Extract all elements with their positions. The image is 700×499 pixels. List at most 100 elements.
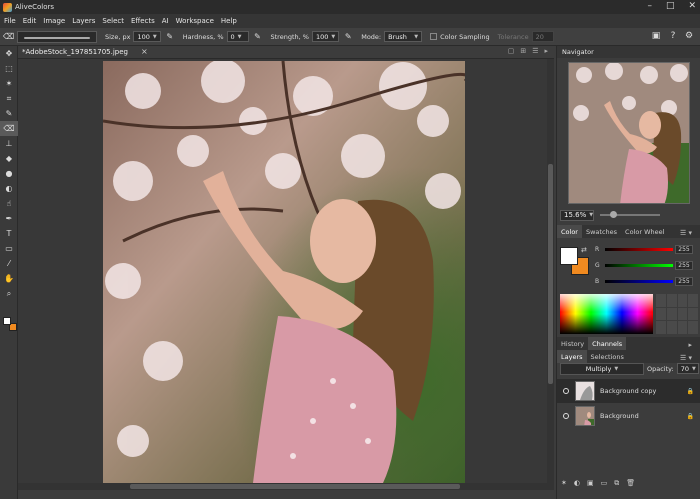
new-layer-icon[interactable]: ▣ (587, 479, 594, 488)
magic-wand-tool-icon[interactable]: ✶ (0, 76, 18, 91)
color-panel-foreground-swatch-front[interactable] (560, 247, 578, 265)
horizontal-scrollbar[interactable] (18, 483, 548, 490)
tab-swatches[interactable]: Swatches (582, 225, 621, 238)
close-window-button[interactable]: ✕ (688, 1, 696, 11)
pen-pressure-icon[interactable]: ✎ (165, 32, 175, 42)
hand-tool-icon[interactable]: ✋ (0, 271, 18, 286)
mode-select[interactable]: Brush ▼ (384, 31, 423, 42)
tab-history[interactable]: History (557, 337, 588, 350)
tab-color[interactable]: Color (557, 225, 582, 238)
zoom-select[interactable]: 15.6% ▼ (560, 209, 594, 221)
new-adjustment-layer-icon[interactable]: ◐ (574, 479, 580, 488)
document-tab[interactable]: *AdobeStock_197851705.jpeg (22, 48, 128, 56)
menu-select[interactable]: Select (102, 17, 124, 25)
tab-color-wheel[interactable]: Color Wheel (621, 225, 668, 238)
tab-channels[interactable]: Channels (588, 337, 627, 350)
menu-file[interactable]: File (4, 17, 16, 25)
channel-b-value[interactable]: 255 (675, 276, 693, 286)
panel-menu-icon[interactable]: ☰ ▾ (676, 226, 696, 239)
lock-icon[interactable]: 🔒 (687, 388, 694, 395)
swap-colors-icon[interactable]: ⇄ (581, 246, 587, 254)
scroll-right-icon[interactable]: ▸ (544, 47, 548, 55)
recent-color-slot[interactable] (677, 294, 688, 307)
tab-layers[interactable]: Layers (557, 350, 587, 363)
hardness-input[interactable]: 0 ▼ (226, 31, 249, 42)
gear-icon[interactable]: ⚙ (683, 28, 695, 44)
navigator-preview[interactable] (568, 62, 690, 204)
shape-tool-icon[interactable]: ▭ (0, 241, 18, 256)
marquee-tool-icon[interactable]: ⬚ (0, 61, 18, 76)
lock-icon[interactable]: 🔒 (687, 413, 694, 420)
new-group-icon[interactable]: ▭ (601, 479, 608, 488)
eraser-tool-icon[interactable]: ⌫ (0, 121, 18, 136)
crop-tool-icon[interactable]: ⌗ (0, 91, 18, 106)
move-tool-icon[interactable]: ✥ (0, 46, 18, 61)
pen-pressure-icon[interactable]: ✎ (343, 32, 353, 42)
blur-tool-icon[interactable]: ● (0, 166, 18, 181)
maximize-button[interactable]: □ (666, 1, 675, 11)
layer-row[interactable]: Background 🔒 (557, 404, 700, 428)
new-window-icon[interactable]: ▢ (508, 47, 515, 55)
strength-input[interactable]: 100 ▼ (311, 31, 340, 42)
smudge-tool-icon[interactable]: ☝ (0, 196, 18, 211)
opacity-input[interactable]: 70 ▼ (676, 363, 699, 374)
menu-edit[interactable]: Edit (23, 17, 37, 25)
menu-help[interactable]: Help (221, 17, 237, 25)
horizontal-scroll-thumb[interactable] (130, 484, 460, 489)
pen-pressure-icon[interactable]: ✎ (253, 32, 263, 42)
channel-b-slider[interactable] (605, 279, 673, 283)
recent-color-slot[interactable] (688, 307, 698, 321)
recent-color-slot[interactable] (688, 294, 698, 307)
channel-g-value[interactable]: 255 (675, 260, 693, 270)
eyedropper-tool-icon[interactable]: ⁄ (0, 256, 18, 271)
eye-icon[interactable] (563, 388, 569, 394)
duplicate-layer-icon[interactable]: ⧉ (614, 479, 619, 488)
zoom-slider[interactable] (600, 211, 660, 218)
vertical-scroll-thumb[interactable] (548, 164, 553, 384)
recent-color-slot[interactable] (666, 294, 677, 307)
help-icon[interactable]: ? (667, 28, 679, 44)
color-sampling-checkbox[interactable] (430, 33, 438, 40)
tolerance-input[interactable]: 20 (531, 31, 554, 42)
grid-view-icon[interactable]: ⊞ (520, 47, 526, 55)
layer-row[interactable]: Background copy 🔒 (557, 379, 700, 403)
foreground-color-swatch[interactable] (3, 317, 11, 325)
recent-color-slot[interactable] (656, 307, 666, 321)
recent-color-slot[interactable] (656, 294, 666, 307)
recent-color-slot[interactable] (677, 321, 688, 334)
menu-layers[interactable]: Layers (72, 17, 95, 25)
tab-selections[interactable]: Selections (587, 350, 628, 363)
blend-mode-select[interactable]: Multiply ▼ (560, 363, 644, 375)
recent-color-slot[interactable] (666, 307, 677, 321)
brush-tool-icon[interactable]: ✎ (0, 106, 18, 121)
stamp-tool-icon[interactable]: ⊥ (0, 136, 18, 151)
minimize-button[interactable]: – (647, 1, 652, 11)
vertical-scrollbar[interactable] (547, 59, 554, 490)
recent-color-slot[interactable] (677, 307, 688, 321)
fill-tool-icon[interactable]: ◆ (0, 151, 18, 166)
menu-image[interactable]: Image (43, 17, 65, 25)
menu-workspace[interactable]: Workspace (176, 17, 214, 25)
close-tab-icon[interactable]: × (141, 47, 148, 56)
document-image[interactable] (103, 61, 465, 483)
brush-preset-picker[interactable] (17, 30, 97, 43)
zoom-tool-icon[interactable]: ⌕ (0, 286, 18, 301)
channel-r-slider[interactable] (605, 247, 673, 251)
recent-color-slot[interactable] (688, 321, 698, 334)
recent-color-slot[interactable] (656, 321, 666, 334)
pen-tool-icon[interactable]: ✒ (0, 211, 18, 226)
menu-effects[interactable]: Effects (131, 17, 155, 25)
recent-color-slot[interactable] (666, 321, 677, 334)
channel-g-slider[interactable] (605, 263, 673, 267)
channel-r-value[interactable]: 255 (675, 244, 693, 254)
eye-icon[interactable] (563, 413, 569, 419)
dodge-tool-icon[interactable]: ◐ (0, 181, 18, 196)
color-spectrum-picker[interactable] (560, 294, 653, 334)
text-tool-icon[interactable]: T (0, 226, 18, 241)
notifications-icon[interactable]: ▣ (650, 28, 662, 44)
layer-effects-icon[interactable]: ✶ (561, 479, 567, 488)
panel-menu-icon[interactable]: ☰ (532, 47, 538, 55)
zoom-slider-handle[interactable] (610, 211, 617, 218)
size-input[interactable]: 100 ▼ (133, 31, 161, 42)
delete-layer-icon[interactable]: 🗑 (626, 479, 635, 488)
